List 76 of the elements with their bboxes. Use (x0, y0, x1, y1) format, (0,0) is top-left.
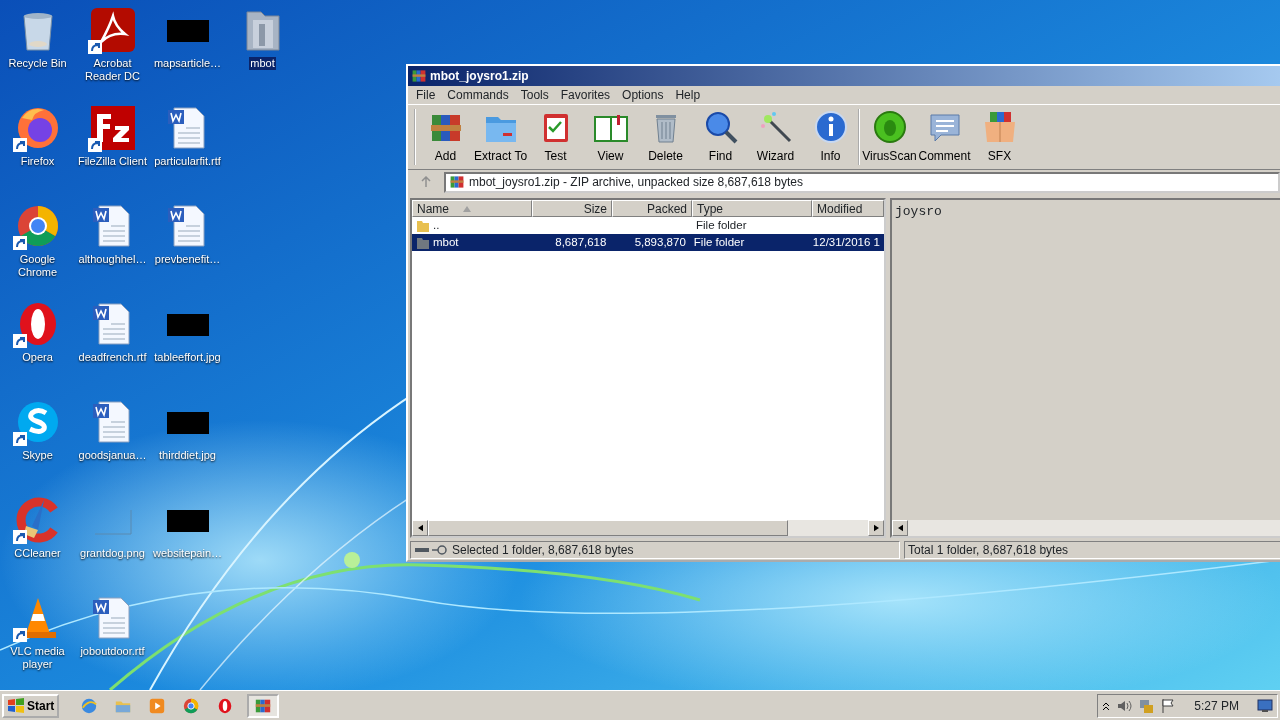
left-arrow-icon (897, 524, 903, 532)
icon-label[interactable]: thirddiet.jpg (158, 449, 217, 462)
icon-label[interactable]: tableeffort.jpg (153, 351, 222, 364)
toolbar-button[interactable]: Add (418, 109, 473, 165)
archive-comment: joysro (895, 204, 942, 219)
column-header[interactable]: Name (412, 200, 532, 217)
icon-label[interactable]: Firefox (19, 155, 56, 168)
icon-label[interactable]: Opera (21, 351, 54, 364)
show-desktop-icon[interactable] (1257, 698, 1273, 713)
icon-label[interactable]: CCleaner (13, 547, 62, 560)
toolbar-button[interactable]: VirusScan (862, 109, 917, 165)
windows-logo-icon (7, 697, 25, 714)
scroll-left-button[interactable] (892, 520, 908, 536)
toolbar-button[interactable]: Delete (638, 109, 693, 165)
menu-item[interactable]: File (410, 86, 442, 104)
window-title: mbot_joysro1.zip (430, 68, 529, 85)
menu-item[interactable]: Options (616, 86, 670, 104)
chrome-icon (182, 696, 201, 715)
toolbar-button[interactable]: Info (803, 109, 858, 165)
icon-label[interactable]: FileZilla Client (76, 155, 149, 168)
archive-books-icon (449, 174, 465, 190)
icon-label[interactable]: mapsarticle… (152, 57, 223, 70)
column-header[interactable]: Modified (812, 200, 884, 217)
info-icon (812, 109, 849, 145)
column-header[interactable]: Packed (612, 200, 692, 217)
archive-books-icon (411, 68, 427, 84)
toolbar-button[interactable]: Find (693, 109, 748, 165)
icon-label[interactable]: deadfrench.rtf (77, 351, 148, 364)
scroll-left-button[interactable] (412, 520, 428, 536)
start-button[interactable]: Start (2, 693, 60, 718)
folder-icon (416, 235, 430, 250)
taskbar-button[interactable] (247, 693, 280, 718)
icon-label[interactable]: Google Chrome (0, 253, 75, 279)
toolbar-button[interactable]: Comment (917, 109, 972, 165)
chevron-up-icon[interactable] (1102, 700, 1111, 711)
column-header[interactable]: Type (692, 200, 812, 217)
status-text: Total 1 folder, 8,687,618 bytes (908, 542, 1069, 559)
toolbar-button[interactable]: SFX (972, 109, 1027, 165)
icon-label[interactable]: Recycle Bin (7, 57, 68, 70)
drive-key-icon (414, 545, 448, 555)
browser-globe-icon (80, 696, 99, 715)
icon-label[interactable]: goodsjanua… (77, 449, 148, 462)
sort-arrow-icon (463, 205, 471, 212)
toolbar-button[interactable]: Wizard (748, 109, 803, 165)
menu-item[interactable]: Help (669, 86, 707, 104)
table-cell: File folder (696, 218, 747, 231)
table-cell: File folder (693, 235, 745, 248)
table-cell: 12/31/2016 1 (812, 235, 880, 248)
toolbar-button[interactable]: Test (528, 109, 583, 165)
file-name[interactable]: .. (433, 216, 440, 235)
icon-label[interactable]: Skype (21, 449, 54, 462)
scroll-thumb[interactable] (428, 520, 788, 536)
icon-label[interactable]: particularfit.rtf (153, 155, 222, 168)
menu-item[interactable]: Commands (441, 86, 515, 104)
play-icon (148, 696, 167, 715)
menu-item[interactable]: Tools (514, 86, 555, 104)
column-header[interactable]: Size (532, 200, 612, 217)
address-field[interactable]: mbot_joysro1.zip - ZIP archive, unpacked size 8,687,618 bytes (444, 171, 1280, 193)
icon-label[interactable]: Acrobat Reader DC (75, 57, 150, 83)
up-arrow-icon (420, 176, 432, 188)
icon-label[interactable]: VLC media player (0, 645, 75, 671)
icon-label[interactable]: mbot (249, 57, 276, 70)
right-arrow-icon (873, 524, 879, 532)
table-cell: 5,893,870 (634, 235, 686, 248)
icon-label[interactable]: prevbenefit… (153, 253, 222, 266)
scroll-right-button[interactable] (868, 520, 884, 536)
clock[interactable]: 5:27 PM (1194, 696, 1239, 715)
left-arrow-icon (417, 524, 423, 532)
icon-label[interactable]: althoughhel… (77, 253, 148, 266)
toolbar-button[interactable]: View (583, 109, 638, 165)
menu-item[interactable]: Favorites (554, 86, 617, 104)
flag-icon[interactable] (1160, 697, 1177, 714)
table-cell: 8,687,618 (555, 235, 607, 248)
status-text: Selected 1 folder, 8,687,618 bytes (452, 542, 634, 559)
toolbar-button[interactable]: Extract To (473, 109, 528, 165)
folder-icon (416, 218, 430, 233)
